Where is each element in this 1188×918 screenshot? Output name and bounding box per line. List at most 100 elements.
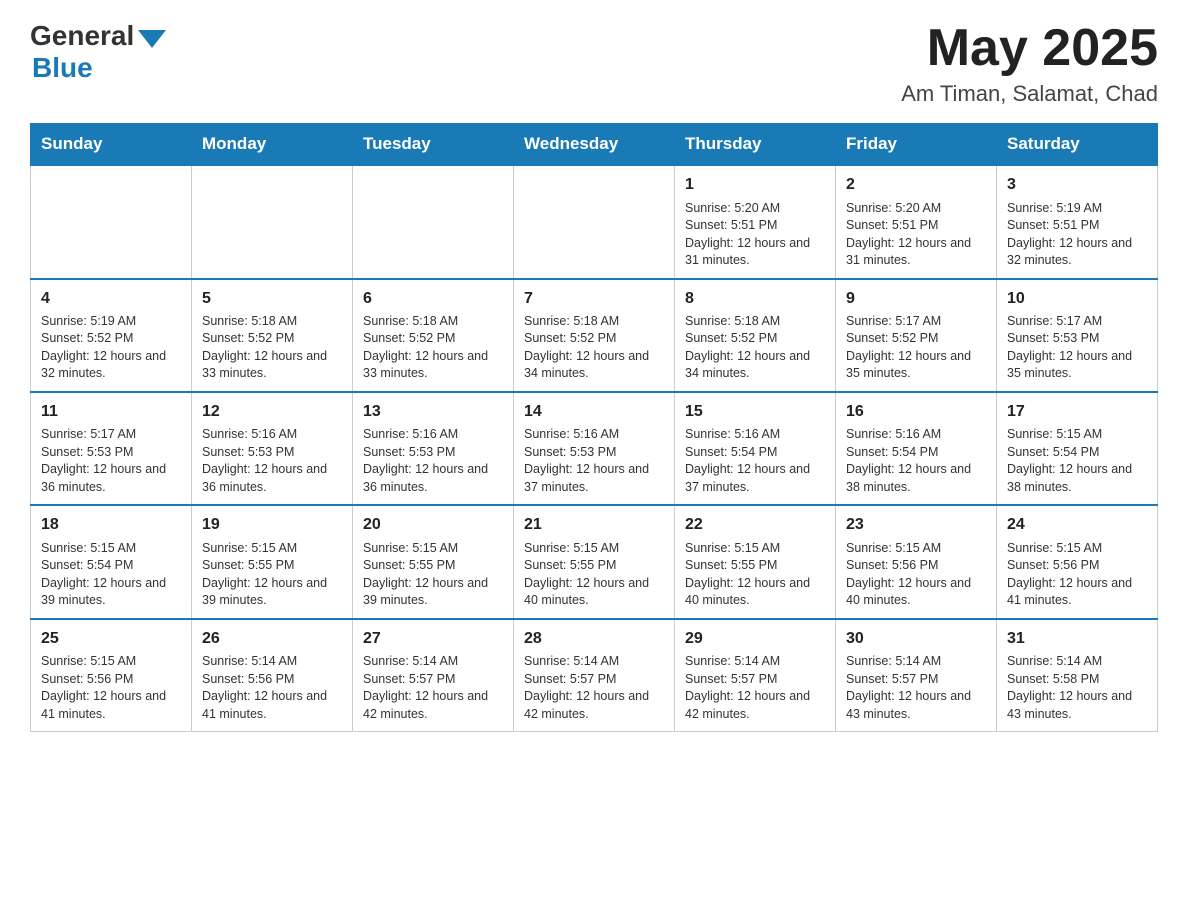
day-cell: 4Sunrise: 5:19 AM Sunset: 5:52 PM Daylig…: [31, 279, 192, 392]
day-cell: 27 Sunrise: 5:14 AM Sunset: 5:57 PM Dayli…: [353, 619, 514, 732]
logo-top: General: [30, 20, 166, 52]
day-info: Sunrise: 5:18 AM Sunset: 5:52 PM Dayligh…: [363, 313, 503, 383]
day-info: Sunrise: 5:16 AM Sunset: 5:54 PM Dayligh…: [685, 426, 825, 496]
day-cell: [353, 165, 514, 278]
day-number: 29: [685, 628, 825, 650]
day-info: Sunrise: 5:19 AM Sunset: 5:51 PM Dayligh…: [1007, 200, 1147, 270]
day-cell: 7 Sunrise: 5:18 AM Sunset: 5:52 PM Daylig…: [514, 279, 675, 392]
day-number: 30: [846, 628, 986, 650]
day-number: 5: [202, 288, 342, 310]
day-number: 31: [1007, 628, 1147, 650]
month-year-title: May 2025: [901, 20, 1158, 77]
logo-blue-text: Blue: [32, 52, 93, 84]
day-info: Sunrise: 5:16 AM Sunset: 5:53 PM Dayligh…: [363, 426, 503, 496]
day-info: Sunrise: 5:15 AM Sunset: 5:54 PM Dayligh…: [1007, 426, 1147, 496]
day-number: 21: [524, 514, 664, 536]
day-info: Sunrise: 5:15 AM Sunset: 5:54 PM Dayligh…: [41, 540, 181, 610]
day-number: 2: [846, 174, 986, 196]
day-cell: 1Sunrise: 5:20 AM Sunset: 5:51 PM Daylig…: [675, 165, 836, 278]
day-info: Sunrise: 5:15 AM Sunset: 5:55 PM Dayligh…: [685, 540, 825, 610]
day-cell: 3Sunrise: 5:19 AM Sunset: 5:51 PM Daylig…: [997, 165, 1158, 278]
header-row: SundayMondayTuesdayWednesdayThursdayFrid…: [31, 124, 1158, 166]
day-number: 14: [524, 401, 664, 423]
day-number: 19: [202, 514, 342, 536]
calendar-header: SundayMondayTuesdayWednesdayThursdayFrid…: [31, 124, 1158, 166]
day-info: Sunrise: 5:14 AM Sunset: 5:58 PM Dayligh…: [1007, 653, 1147, 723]
day-number: 10: [1007, 288, 1147, 310]
day-info: Sunrise: 5:14 AM Sunset: 5:57 PM Dayligh…: [685, 653, 825, 723]
day-info: Sunrise: 5:14 AM Sunset: 5:56 PM Dayligh…: [202, 653, 342, 723]
title-section: May 2025 Am Timan, Salamat, Chad: [901, 20, 1158, 107]
location-subtitle: Am Timan, Salamat, Chad: [901, 81, 1158, 107]
day-info: Sunrise: 5:15 AM Sunset: 5:55 PM Dayligh…: [524, 540, 664, 610]
day-cell: 13 Sunrise: 5:16 AM Sunset: 5:53 PM Dayli…: [353, 392, 514, 505]
day-number: 12: [202, 401, 342, 423]
day-info: Sunrise: 5:14 AM Sunset: 5:57 PM Dayligh…: [846, 653, 986, 723]
day-cell: 29 Sunrise: 5:14 AM Sunset: 5:57 PM Dayli…: [675, 619, 836, 732]
day-cell: 17Sunrise: 5:15 AM Sunset: 5:54 PM Dayli…: [997, 392, 1158, 505]
day-number: 7: [524, 288, 664, 310]
day-cell: 31 Sunrise: 5:14 AM Sunset: 5:58 PM Dayli…: [997, 619, 1158, 732]
day-info: Sunrise: 5:18 AM Sunset: 5:52 PM Dayligh…: [524, 313, 664, 383]
day-cell: 6 Sunrise: 5:18 AM Sunset: 5:52 PM Daylig…: [353, 279, 514, 392]
day-info: Sunrise: 5:16 AM Sunset: 5:54 PM Dayligh…: [846, 426, 986, 496]
day-number: 27: [363, 628, 503, 650]
day-number: 8: [685, 288, 825, 310]
logo: General Blue: [30, 20, 166, 84]
day-cell: [31, 165, 192, 278]
day-cell: 10 Sunrise: 5:17 AM Sunset: 5:53 PM Dayli…: [997, 279, 1158, 392]
day-number: 23: [846, 514, 986, 536]
day-number: 13: [363, 401, 503, 423]
day-info: Sunrise: 5:19 AM Sunset: 5:52 PM Dayligh…: [41, 313, 181, 383]
day-info: Sunrise: 5:15 AM Sunset: 5:56 PM Dayligh…: [1007, 540, 1147, 610]
day-cell: 16 Sunrise: 5:16 AM Sunset: 5:54 PM Dayli…: [836, 392, 997, 505]
day-info: Sunrise: 5:18 AM Sunset: 5:52 PM Dayligh…: [202, 313, 342, 383]
header-cell-thursday: Thursday: [675, 124, 836, 166]
day-number: 6: [363, 288, 503, 310]
day-cell: 19 Sunrise: 5:15 AM Sunset: 5:55 PM Dayli…: [192, 505, 353, 618]
day-info: Sunrise: 5:18 AM Sunset: 5:52 PM Dayligh…: [685, 313, 825, 383]
day-cell: 12Sunrise: 5:16 AM Sunset: 5:53 PM Dayli…: [192, 392, 353, 505]
day-cell: 23 Sunrise: 5:15 AM Sunset: 5:56 PM Dayli…: [836, 505, 997, 618]
day-info: Sunrise: 5:15 AM Sunset: 5:55 PM Dayligh…: [202, 540, 342, 610]
logo-arrow-icon: [138, 30, 166, 48]
day-info: Sunrise: 5:14 AM Sunset: 5:57 PM Dayligh…: [363, 653, 503, 723]
day-info: Sunrise: 5:20 AM Sunset: 5:51 PM Dayligh…: [846, 200, 986, 270]
day-cell: 20Sunrise: 5:15 AM Sunset: 5:55 PM Dayli…: [353, 505, 514, 618]
day-number: 11: [41, 401, 181, 423]
day-cell: 18 Sunrise: 5:15 AM Sunset: 5:54 PM Dayli…: [31, 505, 192, 618]
day-number: 1: [685, 174, 825, 196]
header-cell-saturday: Saturday: [997, 124, 1158, 166]
week-row-5: 25Sunrise: 5:15 AM Sunset: 5:56 PM Dayli…: [31, 619, 1158, 732]
day-number: 9: [846, 288, 986, 310]
week-row-4: 18 Sunrise: 5:15 AM Sunset: 5:54 PM Dayli…: [31, 505, 1158, 618]
header-cell-tuesday: Tuesday: [353, 124, 514, 166]
day-info: Sunrise: 5:16 AM Sunset: 5:53 PM Dayligh…: [524, 426, 664, 496]
day-info: Sunrise: 5:15 AM Sunset: 5:55 PM Dayligh…: [363, 540, 503, 610]
calendar-table: SundayMondayTuesdayWednesdayThursdayFrid…: [30, 123, 1158, 732]
day-cell: 24Sunrise: 5:15 AM Sunset: 5:56 PM Dayli…: [997, 505, 1158, 618]
day-info: Sunrise: 5:17 AM Sunset: 5:52 PM Dayligh…: [846, 313, 986, 383]
week-row-3: 11Sunrise: 5:17 AM Sunset: 5:53 PM Dayli…: [31, 392, 1158, 505]
day-cell: 15 Sunrise: 5:16 AM Sunset: 5:54 PM Dayli…: [675, 392, 836, 505]
day-number: 26: [202, 628, 342, 650]
week-row-2: 4Sunrise: 5:19 AM Sunset: 5:52 PM Daylig…: [31, 279, 1158, 392]
day-cell: 28 Sunrise: 5:14 AM Sunset: 5:57 PM Dayli…: [514, 619, 675, 732]
day-number: 28: [524, 628, 664, 650]
day-cell: 5 Sunrise: 5:18 AM Sunset: 5:52 PM Daylig…: [192, 279, 353, 392]
header-cell-monday: Monday: [192, 124, 353, 166]
day-cell: 25Sunrise: 5:15 AM Sunset: 5:56 PM Dayli…: [31, 619, 192, 732]
logo-general-text: General: [30, 20, 134, 52]
day-number: 15: [685, 401, 825, 423]
day-info: Sunrise: 5:14 AM Sunset: 5:57 PM Dayligh…: [524, 653, 664, 723]
day-cell: 21 Sunrise: 5:15 AM Sunset: 5:55 PM Dayli…: [514, 505, 675, 618]
day-number: 25: [41, 628, 181, 650]
page-header: General Blue May 2025 Am Timan, Salamat,…: [30, 20, 1158, 107]
day-info: Sunrise: 5:15 AM Sunset: 5:56 PM Dayligh…: [846, 540, 986, 610]
day-number: 18: [41, 514, 181, 536]
header-cell-friday: Friday: [836, 124, 997, 166]
day-info: Sunrise: 5:17 AM Sunset: 5:53 PM Dayligh…: [1007, 313, 1147, 383]
day-cell: 14 Sunrise: 5:16 AM Sunset: 5:53 PM Dayli…: [514, 392, 675, 505]
day-cell: 11Sunrise: 5:17 AM Sunset: 5:53 PM Dayli…: [31, 392, 192, 505]
day-number: 16: [846, 401, 986, 423]
